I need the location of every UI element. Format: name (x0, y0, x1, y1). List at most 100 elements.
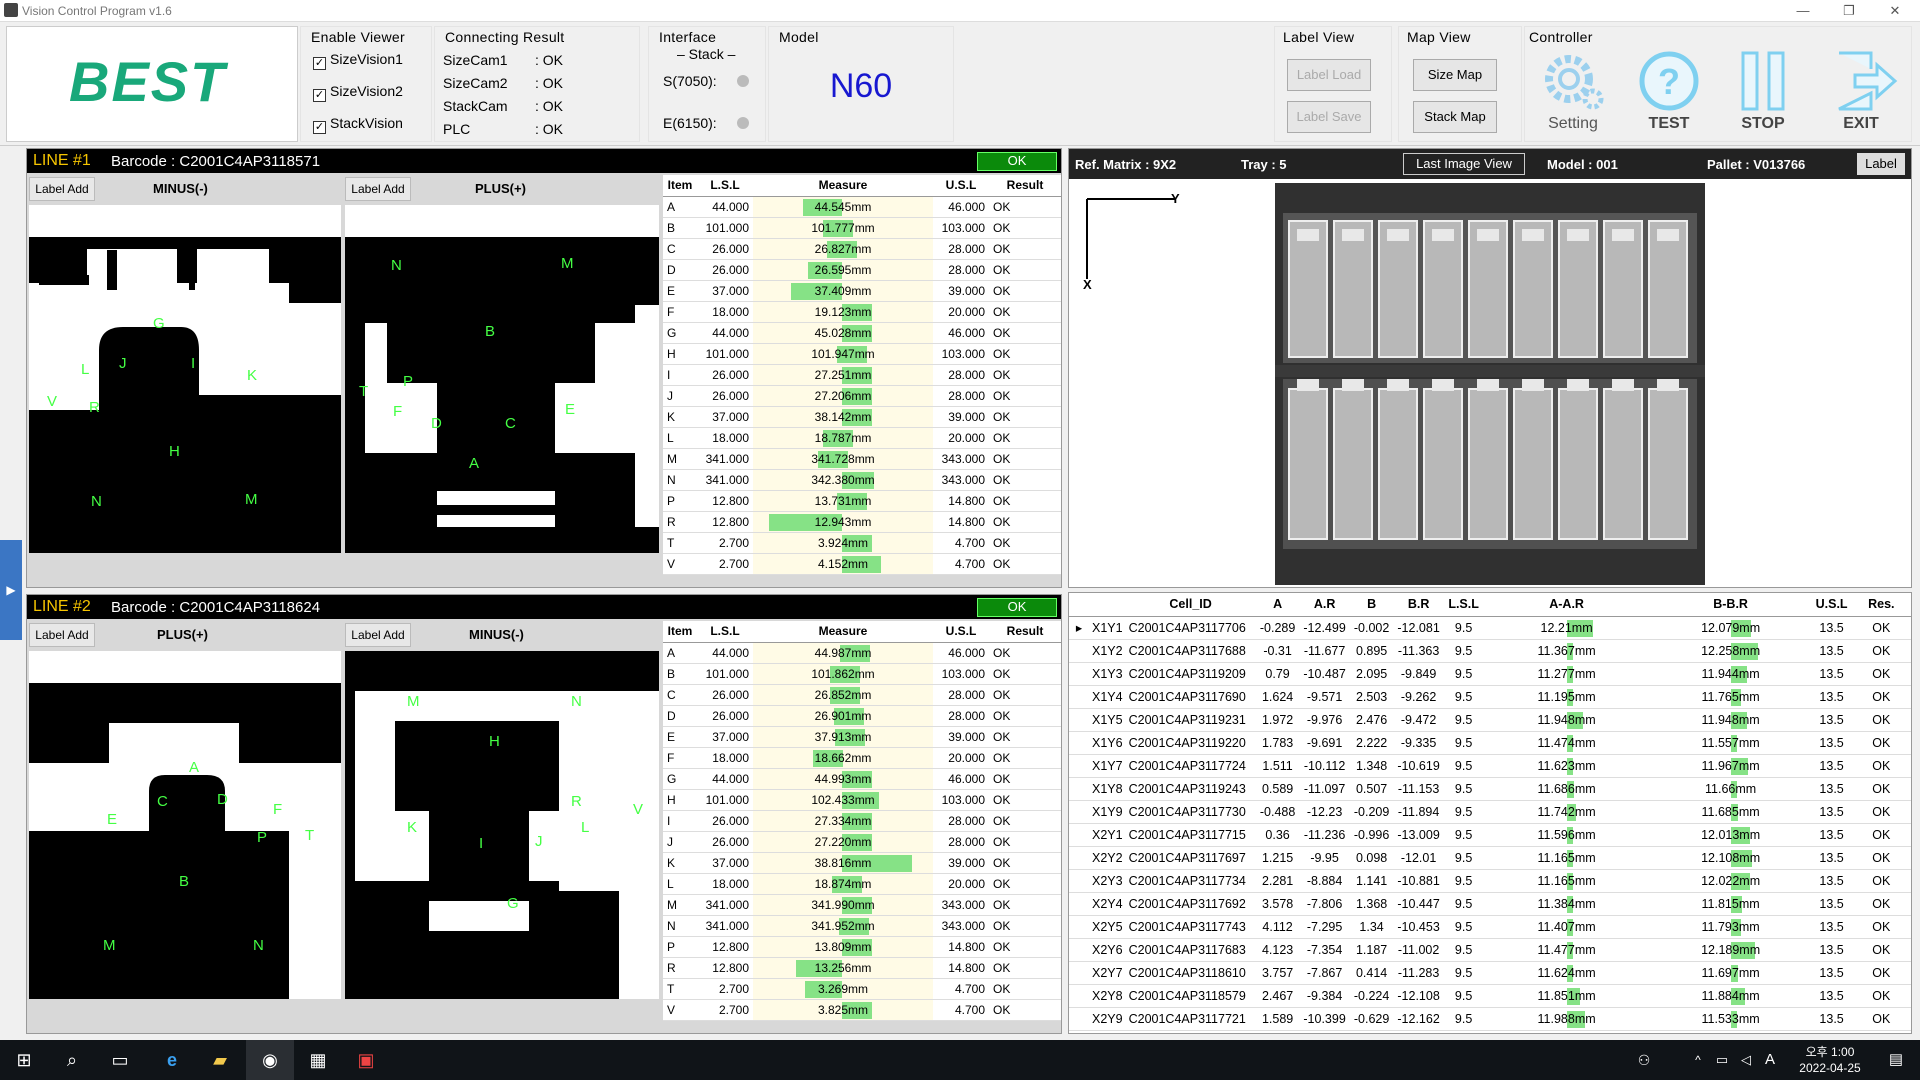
measure-value: 13.256mm (814, 960, 872, 975)
table-row[interactable]: X1Y2 C2001C4AP3117688 -0.31 -11.677 0.895 -11… (1069, 639, 1911, 663)
row-pointer (1069, 639, 1089, 663)
col-lsl: L.S.L (697, 621, 753, 643)
edge-browser-icon[interactable]: e (148, 1040, 196, 1080)
calculator-icon[interactable]: ▦ (294, 1040, 342, 1080)
measure-cell: 11.988mm (1483, 1007, 1650, 1031)
exit-button[interactable]: EXIT (1821, 47, 1901, 143)
close-button[interactable]: ✕ (1872, 0, 1918, 22)
minimize-button[interactable]: — (1780, 0, 1826, 22)
search-icon[interactable]: ⌕ (48, 1040, 96, 1080)
pos-cell: X1Y4 (1089, 685, 1126, 709)
table-row: K 37.000 38.816mm 39.000 OK (663, 852, 1061, 874)
line2-label-add-a[interactable]: Label Add (29, 623, 95, 647)
table-row[interactable]: X2Y5 C2001C4AP3117743 4.112 -7.295 1.34 -10.4… (1069, 915, 1911, 939)
table-row[interactable]: X1Y8 C2001C4AP3119243 0.589 -11.097 0.507 -11… (1069, 777, 1911, 801)
measure-label-a: A (469, 455, 480, 472)
sizevision1-checkbox[interactable]: ✓ SizeVision1 (313, 51, 403, 70)
logo-panel: BEST (6, 26, 298, 142)
label-load-button[interactable]: Label Load (1287, 59, 1371, 91)
app-icon-red[interactable]: ▣ (342, 1040, 390, 1080)
people-icon[interactable]: ⚇ (1620, 1040, 1668, 1080)
measure-cell: 11.686mm (1483, 777, 1650, 801)
line1-label-add-a[interactable]: Label Add (29, 177, 95, 201)
label-button[interactable]: Label (1857, 153, 1905, 175)
table-row: L 18.000 18.874mm 20.000 OK (663, 873, 1061, 895)
line1-label-add-b[interactable]: Label Add (345, 177, 411, 201)
interface-title: Interface (659, 29, 717, 45)
title-bar: Vision Control Program v1.6 — ❐ ✕ (0, 0, 1920, 22)
tray-expand-icon[interactable]: ^ (1686, 1040, 1710, 1080)
usl-cell: 4.700 (933, 553, 989, 575)
table-row[interactable]: X1Y4 C2001C4AP3117690 1.624 -9.571 2.503 -9.2… (1069, 685, 1911, 709)
label-save-button[interactable]: Label Save (1287, 101, 1371, 133)
measure-label-j: J (535, 833, 543, 850)
table-row[interactable]: X2Y7 C2001C4AP3118610 3.757 -7.867 0.414 -11.… (1069, 961, 1911, 985)
table-row: E 37.000 37.913mm 39.000 OK (663, 726, 1061, 748)
measure-label-p: P (257, 829, 268, 846)
b-cell: -0.996 (1349, 823, 1394, 847)
usl-cell: 343.000 (933, 448, 989, 470)
a-cell: -0.488 (1255, 800, 1300, 824)
usl-cell: 103.000 (933, 217, 989, 239)
last-image-view-button[interactable]: Last Image View (1403, 153, 1525, 175)
stackvision-checkbox[interactable]: ✓ StackVision (313, 115, 403, 134)
measure-cell: 27.334mm (753, 810, 933, 832)
file-explorer-icon[interactable]: ▰ (196, 1040, 244, 1080)
lsl-cell: 2.700 (697, 532, 753, 554)
stack-map-button[interactable]: Stack Map (1413, 101, 1497, 133)
table-row[interactable]: X1Y5 C2001C4AP3119231 1.972 -9.976 2.476 -9.4… (1069, 708, 1911, 732)
task-view-icon[interactable]: ▭ (96, 1040, 144, 1080)
line2-label-add-b[interactable]: Label Add (345, 623, 411, 647)
table-row[interactable]: X2Y2 C2001C4AP3117697 1.215 -9.95 0.098 -12.0… (1069, 846, 1911, 870)
table-row[interactable]: X2Y6 C2001C4AP3117683 4.123 -7.354 1.187 -11.… (1069, 938, 1911, 962)
table-row[interactable]: X1Y3 C2001C4AP3119209 0.79 -10.487 2.095 -9.8… (1069, 662, 1911, 686)
stop-button[interactable]: STOP (1723, 47, 1803, 143)
notification-icon[interactable]: ▤ (1872, 1040, 1920, 1080)
table-row[interactable]: X2Y4 C2001C4AP3117692 3.578 -7.806 1.368 -10.… (1069, 892, 1911, 916)
table-row[interactable]: X2Y1 C2001C4AP3117715 0.36 -11.236 -0.996 -13… (1069, 823, 1911, 847)
lsl-cell: 101.000 (697, 663, 753, 685)
line1-caption-b: PLUS(+) (475, 181, 526, 196)
lsl-cell: 9.5 (1443, 869, 1484, 893)
clock[interactable]: 오후 1:00 2022-04-25 (1790, 1044, 1870, 1076)
maximize-button[interactable]: ❐ (1826, 0, 1872, 22)
windows-start-icon[interactable]: ⊞ (0, 1040, 48, 1080)
usl-cell: 4.700 (933, 999, 989, 1021)
measure-value: 12.943mm (814, 514, 872, 529)
clock-time: 오후 1:00 (1805, 1045, 1855, 1059)
lsl-cell: 37.000 (697, 852, 753, 874)
table-row[interactable]: X1Y7 C2001C4AP3117724 1.511 -10.112 1.348 -10… (1069, 754, 1911, 778)
br-cell: -12.01 (1393, 846, 1444, 870)
col-cell-id: Cell_ID (1125, 593, 1256, 617)
side-panel-toggle[interactable]: ▶ (0, 540, 22, 640)
size-map-button[interactable]: Size Map (1413, 59, 1497, 91)
table-row: F 18.000 18.662mm 20.000 OK (663, 747, 1061, 769)
measure-cell: 38.816mm (753, 852, 933, 874)
network-icon[interactable]: ▭ (1710, 1040, 1734, 1080)
table-row[interactable]: ▸ X1Y1 C2001C4AP3117706 -0.289 -12.499 -0.002… (1069, 616, 1911, 640)
measure-value: 11.742mm (1537, 804, 1596, 819)
res-cell: OK (1851, 777, 1911, 801)
ime-indicator[interactable]: A (1758, 1040, 1782, 1080)
lsl-cell: 18.000 (697, 873, 753, 895)
table-row[interactable]: X2Y9 C2001C4AP3117721 1.589 -10.399 -0.629 -1… (1069, 1007, 1911, 1031)
ar-cell: -9.571 (1299, 685, 1350, 709)
table-row[interactable]: X2Y8 C2001C4AP3118579 2.467 -9.384 -0.224 -12… (1069, 984, 1911, 1008)
usl-cell: 14.800 (933, 511, 989, 533)
vision-app-icon[interactable]: ◉ (246, 1040, 294, 1080)
sizevision2-checkbox[interactable]: ✓ SizeVision2 (313, 83, 403, 102)
table-row[interactable]: X1Y9 C2001C4AP3117730 -0.488 -12.23 -0.209 -1… (1069, 800, 1911, 824)
ar-cell: -8.884 (1299, 869, 1350, 893)
cell-id: C2001C4AP3118610 (1125, 961, 1256, 985)
lsl-cell: 44.000 (697, 768, 753, 790)
test-button[interactable]: ? TEST (1629, 47, 1709, 143)
setting-button[interactable]: Setting (1533, 47, 1613, 143)
measure-label-l: L (81, 361, 90, 378)
volume-icon[interactable]: ◁ (1734, 1040, 1758, 1080)
table-row[interactable]: X2Y3 C2001C4AP3117734 2.281 -8.884 1.141 -10.… (1069, 869, 1911, 893)
table-row: B 101.000 101.777mm 103.000 OK (663, 217, 1061, 239)
lsl-cell: 26.000 (697, 705, 753, 727)
table-row[interactable]: X1Y6 C2001C4AP3119220 1.783 -9.691 2.222 -9.3… (1069, 731, 1911, 755)
usl-cell: 4.700 (933, 978, 989, 1000)
usl-cell: 103.000 (933, 343, 989, 365)
